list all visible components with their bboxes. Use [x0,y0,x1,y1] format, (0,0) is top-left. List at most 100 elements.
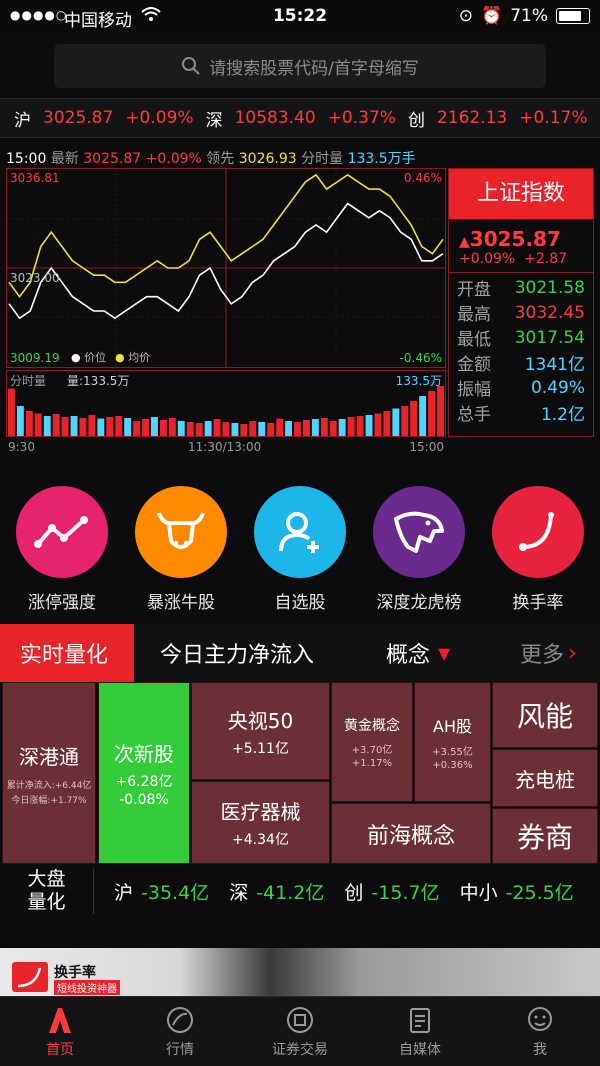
volume-bar [115,416,123,436]
volume-bar [168,418,176,436]
volume-bar [97,418,105,436]
volume-bar [249,421,257,436]
promo-banner[interactable]: 换手率 短线投资神器 [0,948,600,998]
nav-me[interactable]: 我 [480,997,600,1066]
ticker-sz-value: 10583.40 [234,108,316,128]
tab-concept[interactable]: 概念 ▼ [364,624,496,682]
flow-sz-value: -41.2亿 [256,881,325,904]
tile-shenzhen-hk[interactable]: 深港通 累计净流入:+6.44亿 今日涨幅:+1.77% [2,682,96,864]
vol-title: 分时量 [10,374,47,388]
tile-cctv50[interactable]: 央视50 +5.11亿 [191,682,330,780]
volume-bar [133,421,140,436]
nav-home[interactable]: 首页 [0,997,120,1066]
shortcut-bull-stocks[interactable]: 暴涨牛股 [125,486,237,613]
volume-bar [347,417,355,436]
volume-bar [329,421,337,436]
shortcut-label: 暴涨牛股 [147,593,215,613]
chart-low-label: 3009.19 [10,351,60,365]
legend-price: ● 价位 [71,351,107,364]
battery-icon [556,8,590,24]
volume-bar [285,421,292,436]
shortcut-watchlist[interactable]: 自选股 [244,486,356,613]
chart-time: 15:00 [6,151,47,167]
home-a-icon [49,1007,71,1033]
nav-trade[interactable]: 证券交易 [240,997,360,1066]
volume-bar [231,423,239,436]
volume-bar [106,417,114,436]
volume-bar [338,419,346,436]
volume-chart: 分时量 量:133.5万 133.5万 [6,370,446,437]
volume-bar [151,417,158,436]
shortcut-label: 自选股 [274,593,326,613]
chart-mid-label: 3023.00 [10,271,60,285]
volume-bar [195,423,203,436]
nav-media[interactable]: 自媒体 [360,997,480,1066]
volume-bar [88,415,96,436]
status-bar: ●●●●○ 中国移动 15:22 ⊙ ⏰ 71% [0,0,600,34]
flow-sme-value: -25.5亿 [505,881,574,904]
tile-wind-power[interactable]: 风能 [492,682,598,748]
shortcut-limit-up[interactable]: 涨停强度 [6,486,118,613]
search-icon [182,57,200,75]
volume-bar [311,419,319,436]
time-mid: 11:30/13:00 [188,440,262,454]
search-bar[interactable]: 请搜索股票代码/首字母缩写 [54,44,546,88]
chevron-down-icon: ▼ [438,643,451,663]
bull-icon [135,486,227,578]
intraday-chart[interactable]: 3036.81 0.46% 3023.00 3009.19 ● 价位 ● 均价 … [6,168,446,368]
volume-bar [8,388,15,436]
time-axis: 9:30 11:30/13:00 15:00 [6,440,446,456]
time-close: 15:00 [409,440,444,454]
index-price: ▲3025.87 [459,227,561,251]
chart-header: 15:00 最新 3025.87 +0.09% 领先 3026.93 分时量 1… [6,148,416,168]
ticker-cy-label: 创 [407,110,425,131]
quote-row-low: 最低 3017.54 [457,327,585,351]
quote-row-volume: 总手 1.2亿 [457,405,585,425]
quote-panel[interactable]: 上证指数 ▲3025.87 +0.09% +2.87 开盘 3021.58 最高 3… [448,168,594,437]
volume-bar [294,422,301,436]
market-flow-title: 大盘 量化 [0,868,94,914]
tile-gold[interactable]: 黄金概念 +3.70亿 +1.17% [331,682,413,802]
tile-brokers[interactable]: 券商 [492,808,598,864]
index-ticker[interactable]: 沪 3025.87 +0.09% 深 10583.40 +0.37% 创 216… [0,98,600,138]
shortcut-turnover[interactable]: 换手率 [482,486,594,613]
tab-realtime[interactable]: 实时量化 [0,624,134,682]
volume-bar [43,416,51,436]
volume-bar [303,420,310,436]
volume-bar [204,421,212,436]
volume-bar [70,416,78,436]
latest-change: +0.09% [145,151,202,167]
volume-bar [16,406,24,436]
ticker-sz-change: +0.37% [327,108,396,128]
tab-main-flow[interactable]: 今日主力净流入 [134,624,364,682]
shortcut-dragon-tiger[interactable]: 深度龙虎榜 [363,486,475,613]
quote-row-amount: 金额 1341亿 [457,355,585,375]
battery-percent: 71% [510,6,548,26]
tile-charging-pile[interactable]: 充电桩 [492,749,598,807]
search-placeholder: 请搜索股票代码/首字母缩写 [209,58,419,79]
volume-bar [160,420,167,436]
shortcut-label: 涨停强度 [28,593,96,613]
volume-bar [365,415,373,436]
tile-qianhai[interactable]: 前海概念 [331,803,491,864]
market-flow[interactable]: 大盘 量化 沪 -35.4亿 深 -41.2亿 创 -15.7亿 中小 -25.5… [0,866,600,916]
sector-heatmap: 深港通 累计净流入:+6.44亿 今日涨幅:+1.77% 次新股 +6.28亿 … [0,682,600,866]
volume-bar [177,421,185,436]
ticker-sh-change: +0.09% [125,108,194,128]
time-open: 9:30 [8,440,35,454]
nav-market[interactable]: 行情 [120,997,240,1066]
shortcut-label: 深度龙虎榜 [376,593,462,613]
media-icon [410,1007,430,1033]
tab-more[interactable]: 更多 › [496,624,577,682]
quant-tabs: 实时量化 今日主力净流入 概念 ▼ 更多 › [0,624,600,682]
shortcut-label: 换手率 [512,593,564,613]
volume-bar [124,418,132,436]
ticker-sz-label: 深 [205,110,223,131]
tile-new-stocks[interactable]: 次新股 +6.28亿 -0.08% [98,682,190,864]
tile-medical-devices[interactable]: 医疗器械 +4.34亿 [191,781,330,864]
flow-sz-label: 深 [229,881,249,904]
volume-bar [52,414,60,436]
rotation-lock-icon: ⊙ [458,6,474,26]
lead-label: 领先 [206,151,235,167]
tile-ah-shares[interactable]: AH股 +3.55亿 +0.36% [414,682,491,802]
